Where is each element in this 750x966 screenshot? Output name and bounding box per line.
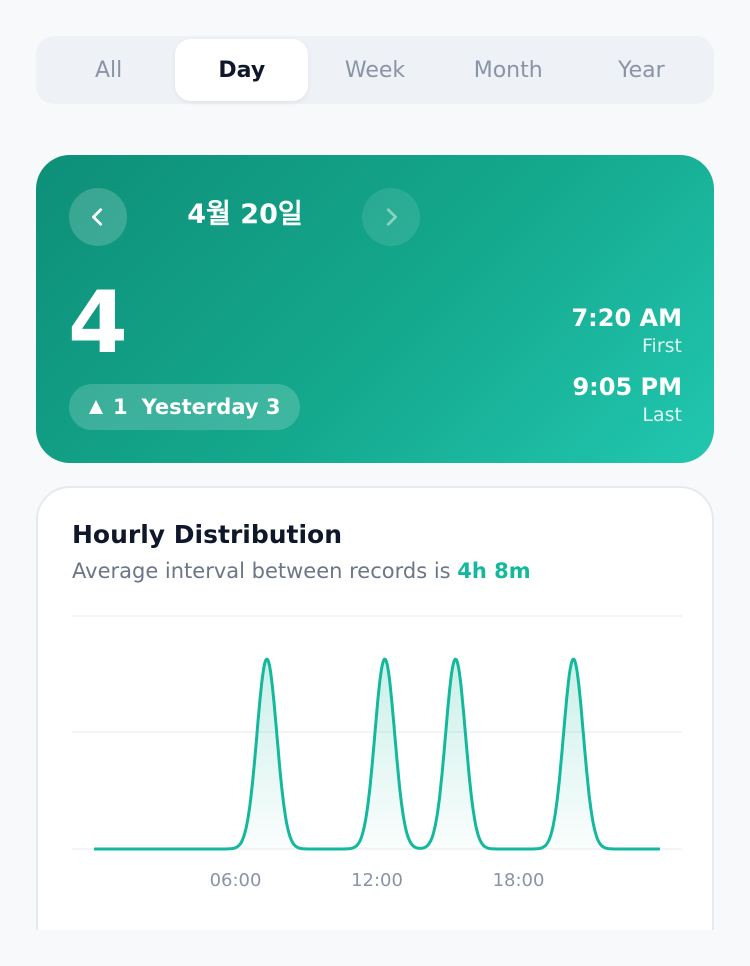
first-time: 7:20 AM (571, 304, 682, 332)
yesterday-label: Yesterday 3 (141, 395, 281, 419)
first-label: First (642, 335, 682, 357)
series-area (94, 659, 660, 849)
last-record: 9:05 PM Last (572, 372, 682, 428)
triangle-up-icon (89, 400, 103, 414)
selected-date: 4월 20일 (187, 199, 303, 230)
hourly-distribution-card: Hourly Distribution Average interval bet… (36, 486, 714, 966)
next-day-button[interactable] (362, 188, 420, 246)
record-count: 4 (68, 273, 128, 373)
x-tick-label: 06:00 (210, 870, 262, 891)
day-stats-screen: All Day Week Month Year 4월 20일 4 1 Yeste… (0, 0, 750, 966)
chevron-left-icon (92, 208, 103, 226)
x-tick-label: 18:00 (493, 870, 545, 891)
tab-all[interactable]: All (42, 39, 175, 101)
last-time: 9:05 PM (572, 373, 682, 401)
bottom-fade (0, 930, 750, 966)
x-tick-label: 12:00 (351, 870, 403, 891)
tab-year[interactable]: Year (575, 39, 708, 101)
day-summary-card: 4월 20일 4 1 Yesterday 3 7:20 AM First 9:0… (36, 155, 714, 463)
last-label: Last (642, 404, 682, 426)
tab-day[interactable]: Day (175, 39, 309, 101)
tab-week[interactable]: Week (308, 39, 441, 101)
period-tabs: All Day Week Month Year (36, 36, 714, 104)
first-record: 7:20 AM First (571, 303, 682, 359)
previous-day-button[interactable] (69, 188, 127, 246)
hourly-distribution-chart: 06:00 12:00 18:00 (72, 615, 682, 891)
tab-month[interactable]: Month (442, 39, 575, 101)
chevron-right-icon (386, 208, 397, 226)
delta-value: 1 (113, 395, 128, 419)
comparison-badge: 1 Yesterday 3 (69, 384, 301, 430)
